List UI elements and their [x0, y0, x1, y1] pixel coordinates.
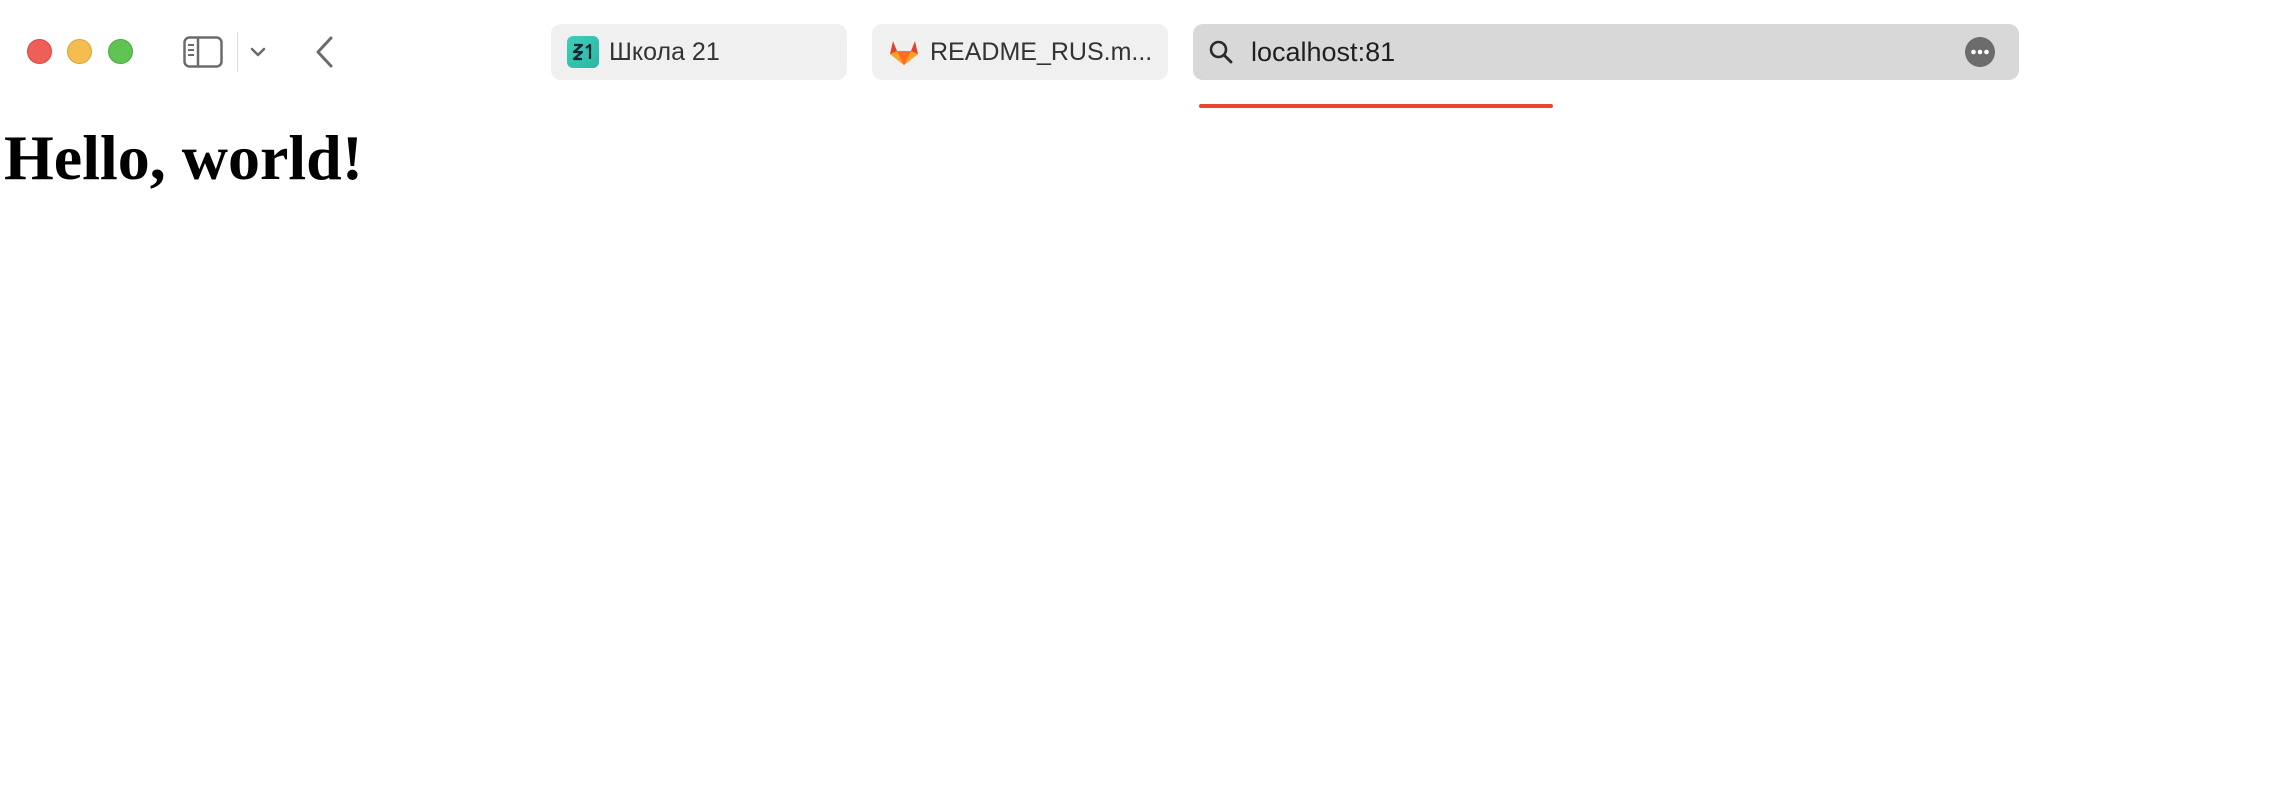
tab-school21[interactable]: Школа 21 — [551, 24, 847, 80]
school21-icon — [567, 36, 599, 68]
search-icon — [1209, 40, 1233, 64]
tab-label: README_RUS.m... — [930, 37, 1153, 66]
page-heading: Hello, world! — [4, 122, 364, 193]
browser-toolbar: Школа 21 README_RUS.m... localhost:81 — [0, 0, 2294, 112]
more-icon[interactable] — [1965, 37, 1995, 67]
chevron-down-icon — [250, 47, 266, 57]
address-bar[interactable]: localhost:81 — [1193, 24, 2019, 80]
url-text[interactable]: localhost:81 — [1251, 38, 1395, 66]
minimize-window-button[interactable] — [67, 39, 92, 64]
sidebar-toggle-button[interactable] — [183, 36, 223, 68]
back-icon — [316, 36, 333, 68]
maximize-window-button[interactable] — [108, 39, 133, 64]
tab-label: Школа 21 — [609, 37, 720, 66]
loading-progress-bar — [1199, 104, 1553, 108]
back-button[interactable] — [311, 34, 339, 70]
close-window-button[interactable] — [27, 39, 52, 64]
sidebar-icon — [183, 36, 223, 68]
gitlab-icon — [888, 36, 920, 68]
sidebar-menu-button[interactable] — [246, 40, 270, 64]
toolbar-divider — [237, 32, 238, 72]
tab-readme[interactable]: README_RUS.m... — [872, 24, 1168, 80]
